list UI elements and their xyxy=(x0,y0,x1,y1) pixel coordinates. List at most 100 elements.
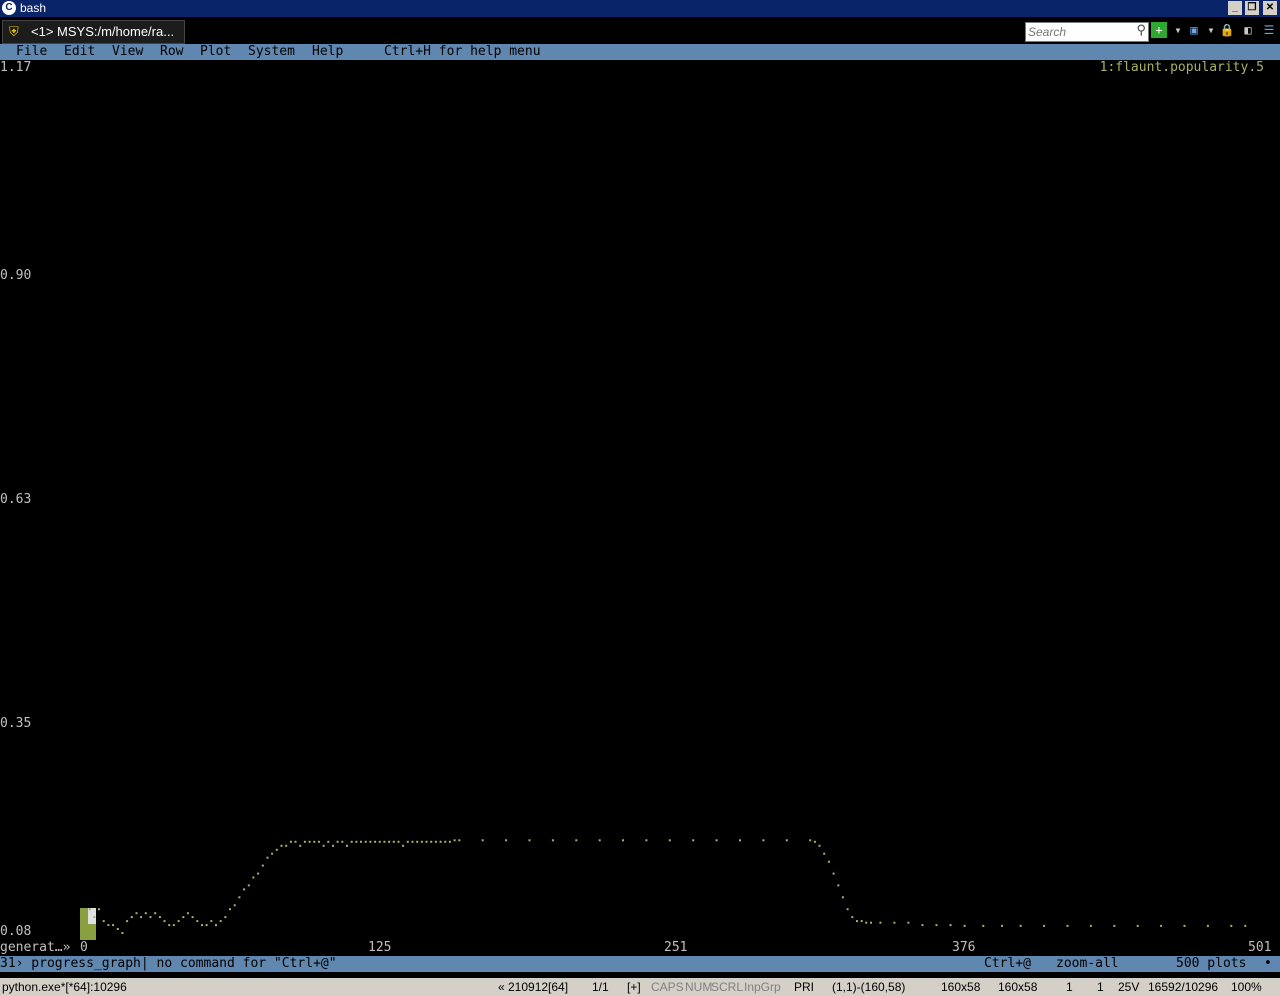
inpgrp-indicator[interactable]: InpGrp xyxy=(744,980,781,994)
x-tick-label: 501 xyxy=(1248,940,1272,955)
data-point xyxy=(158,916,161,919)
data-point xyxy=(809,839,812,842)
data-point xyxy=(196,920,199,923)
data-point xyxy=(434,840,437,843)
data-point xyxy=(1230,924,1233,927)
close-button[interactable]: ✕ xyxy=(1263,1,1277,15)
scrl-indicator[interactable]: SCRL xyxy=(711,980,743,994)
window-title-bar: C bash _ ❐ ✕ xyxy=(0,0,1280,17)
window-title: bash xyxy=(20,1,47,15)
buffer-info[interactable]: « 210912[64] xyxy=(498,980,568,994)
codepage[interactable]: 25V xyxy=(1118,980,1139,994)
selection-range[interactable]: (1,1)-(160,58) xyxy=(832,980,905,994)
data-point xyxy=(832,872,835,875)
data-point xyxy=(841,896,844,899)
menu-system[interactable]: System xyxy=(248,44,295,60)
x-column-name: generat…» xyxy=(0,940,71,955)
data-point xyxy=(233,904,236,907)
caps-indicator[interactable]: CAPS xyxy=(651,980,684,994)
status-n1[interactable]: 1 xyxy=(1066,980,1073,994)
data-point xyxy=(860,920,863,923)
search-icon[interactable]: ⚲ xyxy=(1136,23,1146,38)
page-info[interactable]: 1/1 xyxy=(592,980,609,994)
plot-count: 500 plots xyxy=(1176,956,1247,971)
data-point xyxy=(149,916,152,919)
data-point xyxy=(177,920,180,923)
app-status-bar: 31› progress_graph| no command for "Ctrl… xyxy=(0,956,1280,972)
data-point xyxy=(785,839,788,842)
data-point xyxy=(102,920,105,923)
data-point xyxy=(430,840,433,843)
menu-view[interactable]: View xyxy=(112,44,143,60)
chevron-down-icon[interactable]: ▾ xyxy=(1203,22,1219,38)
data-point xyxy=(406,840,409,843)
data-point xyxy=(692,839,695,842)
data-point xyxy=(439,840,442,843)
data-point xyxy=(1066,924,1069,927)
data-point xyxy=(257,872,260,875)
data-point xyxy=(1001,924,1003,927)
menu-edit[interactable]: Edit xyxy=(64,44,95,60)
data-point xyxy=(154,912,157,915)
data-point xyxy=(308,840,311,843)
data-point xyxy=(1043,924,1046,927)
data-point xyxy=(949,924,952,927)
search-input[interactable] xyxy=(1028,24,1124,39)
data-point xyxy=(252,876,255,879)
data-point xyxy=(350,840,353,843)
x-tick-label: 0 xyxy=(80,940,88,955)
status-n2[interactable]: 1 xyxy=(1097,980,1104,994)
buffer-size[interactable]: 160x58 xyxy=(998,980,1037,994)
data-point xyxy=(186,912,189,915)
data-point xyxy=(289,840,292,843)
data-point xyxy=(126,920,129,923)
data-point xyxy=(280,844,283,847)
data-point xyxy=(416,840,419,843)
data-point xyxy=(865,921,868,924)
data-point xyxy=(444,840,447,843)
console-tab[interactable]: ⛨ <1> MSYS:/m/home/ra... xyxy=(2,20,185,44)
search-box[interactable]: ⚲ xyxy=(1025,22,1149,42)
data-point xyxy=(715,839,718,842)
data-point xyxy=(622,839,624,842)
data-point xyxy=(1089,924,1092,927)
data-point xyxy=(598,839,601,842)
plot-chart xyxy=(88,839,1247,934)
zoom-level[interactable]: 100% xyxy=(1231,980,1262,994)
split-icon[interactable]: ◧ xyxy=(1240,22,1256,38)
data-point xyxy=(313,840,316,843)
menu-file[interactable]: File xyxy=(16,44,47,60)
console-size[interactable]: 160x58 xyxy=(941,980,980,994)
plus-info[interactable]: [+] xyxy=(627,980,641,994)
chevron-down-icon[interactable]: ▾ xyxy=(1170,22,1186,38)
data-point xyxy=(172,924,175,927)
menu-icon[interactable]: ☰ xyxy=(1261,22,1277,38)
menu-plot[interactable]: Plot xyxy=(200,44,231,60)
data-point xyxy=(201,924,203,927)
tab-list-icon[interactable]: ▣ xyxy=(1186,22,1202,38)
num-indicator[interactable]: NUM xyxy=(685,980,712,994)
lock-icon[interactable]: 🔒 xyxy=(1219,22,1235,38)
process-info[interactable]: python.exe*[*64]:10296 xyxy=(2,980,127,994)
data-point xyxy=(107,924,110,927)
data-point xyxy=(823,852,826,855)
data-point xyxy=(1136,924,1139,927)
data-point xyxy=(668,839,671,842)
pri-indicator[interactable]: PRI xyxy=(794,980,814,994)
data-point xyxy=(411,840,414,843)
data-point xyxy=(392,840,395,843)
data-point xyxy=(229,908,231,911)
menu-help[interactable]: Help xyxy=(312,44,343,60)
plot-area[interactable]: 1.17 0.90 0.63 0.35 0.08 1:flaunt.popula… xyxy=(0,60,1280,956)
data-point xyxy=(528,839,531,842)
data-point xyxy=(448,840,451,843)
data-point xyxy=(575,839,578,842)
memory-info[interactable]: 16592/10296 xyxy=(1148,980,1218,994)
restore-button[interactable]: ❐ xyxy=(1245,1,1259,15)
minimize-button[interactable]: _ xyxy=(1228,1,1242,15)
data-point xyxy=(135,912,138,915)
data-point xyxy=(1160,924,1163,927)
menu-row[interactable]: Row xyxy=(160,44,183,60)
new-console-icon[interactable]: + xyxy=(1151,22,1167,38)
data-point xyxy=(121,932,124,934)
